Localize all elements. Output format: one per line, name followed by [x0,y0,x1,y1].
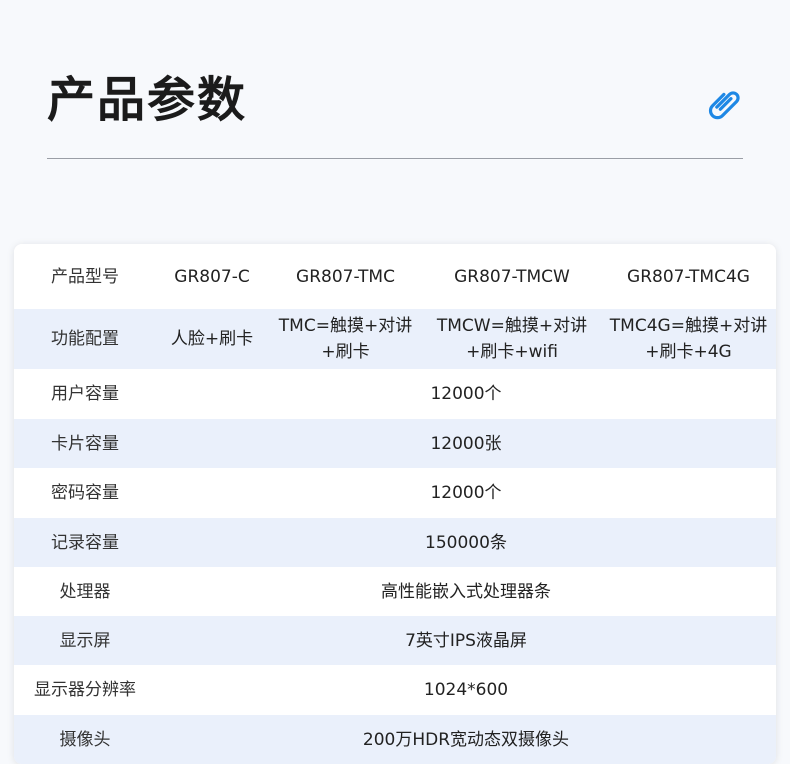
row-label: 功能配置 [14,309,156,369]
feature-cell: TMCW=触摸+对讲 +刷卡+wifi [423,309,601,369]
feature-cell: TMC4G=触摸+对讲 +刷卡+4G [601,309,776,369]
row-value: 12000张 [156,419,776,468]
row-value: 150000条 [156,518,776,567]
row-value: 高性能嵌入式处理器条 [156,567,776,616]
row-value: 7英寸IPS液晶屏 [156,616,776,665]
row-value: 200万HDR宽动态双摄像头 [156,715,776,764]
table-row: 密码容量 12000个 [14,468,776,518]
row-label: 显示屏 [14,616,156,665]
row-label: 摄像头 [14,715,156,764]
model-name: GR807-C [156,244,268,309]
model-name: GR807-TMC4G [601,244,776,309]
table-row: 显示屏 7英寸IPS液晶屏 [14,616,776,665]
table-row: 记录容量 150000条 [14,518,776,567]
page-title: 产品参数 [47,72,248,128]
model-name: GR807-TMCW [423,244,601,309]
row-value: 12000个 [156,369,776,419]
model-name: GR807-TMC [268,244,423,309]
table-row: 摄像头 200万HDR宽动态双摄像头 [14,715,776,764]
feature-cell: 人脸+刷卡 [156,309,268,369]
table-row: 处理器 高性能嵌入式处理器条 [14,567,776,616]
row-label: 用户容量 [14,369,156,419]
row-label: 记录容量 [14,518,156,567]
table-row: 产品型号 GR807-C GR807-TMC GR807-TMCW GR807-… [14,244,776,309]
spec-table: 产品型号 GR807-C GR807-TMC GR807-TMCW GR807-… [14,244,776,764]
row-label: 产品型号 [14,244,156,309]
spec-table-card: 产品型号 GR807-C GR807-TMC GR807-TMCW GR807-… [14,244,776,764]
table-row: 卡片容量 12000张 [14,419,776,468]
title-divider [47,158,743,159]
row-label: 密码容量 [14,468,156,518]
row-label: 处理器 [14,567,156,616]
row-value: 12000个 [156,468,776,518]
paperclip-icon [709,91,740,120]
table-row: 用户容量 12000个 [14,369,776,419]
row-label: 卡片容量 [14,419,156,468]
table-row: 显示器分辨率 1024*600 [14,665,776,715]
row-value: 1024*600 [156,665,776,715]
feature-cell: TMC=触摸+对讲 +刷卡 [268,309,423,369]
table-row: 功能配置 人脸+刷卡 TMC=触摸+对讲 +刷卡 TMCW=触摸+对讲 +刷卡+wi… [14,309,776,369]
row-label: 显示器分辨率 [14,665,156,715]
